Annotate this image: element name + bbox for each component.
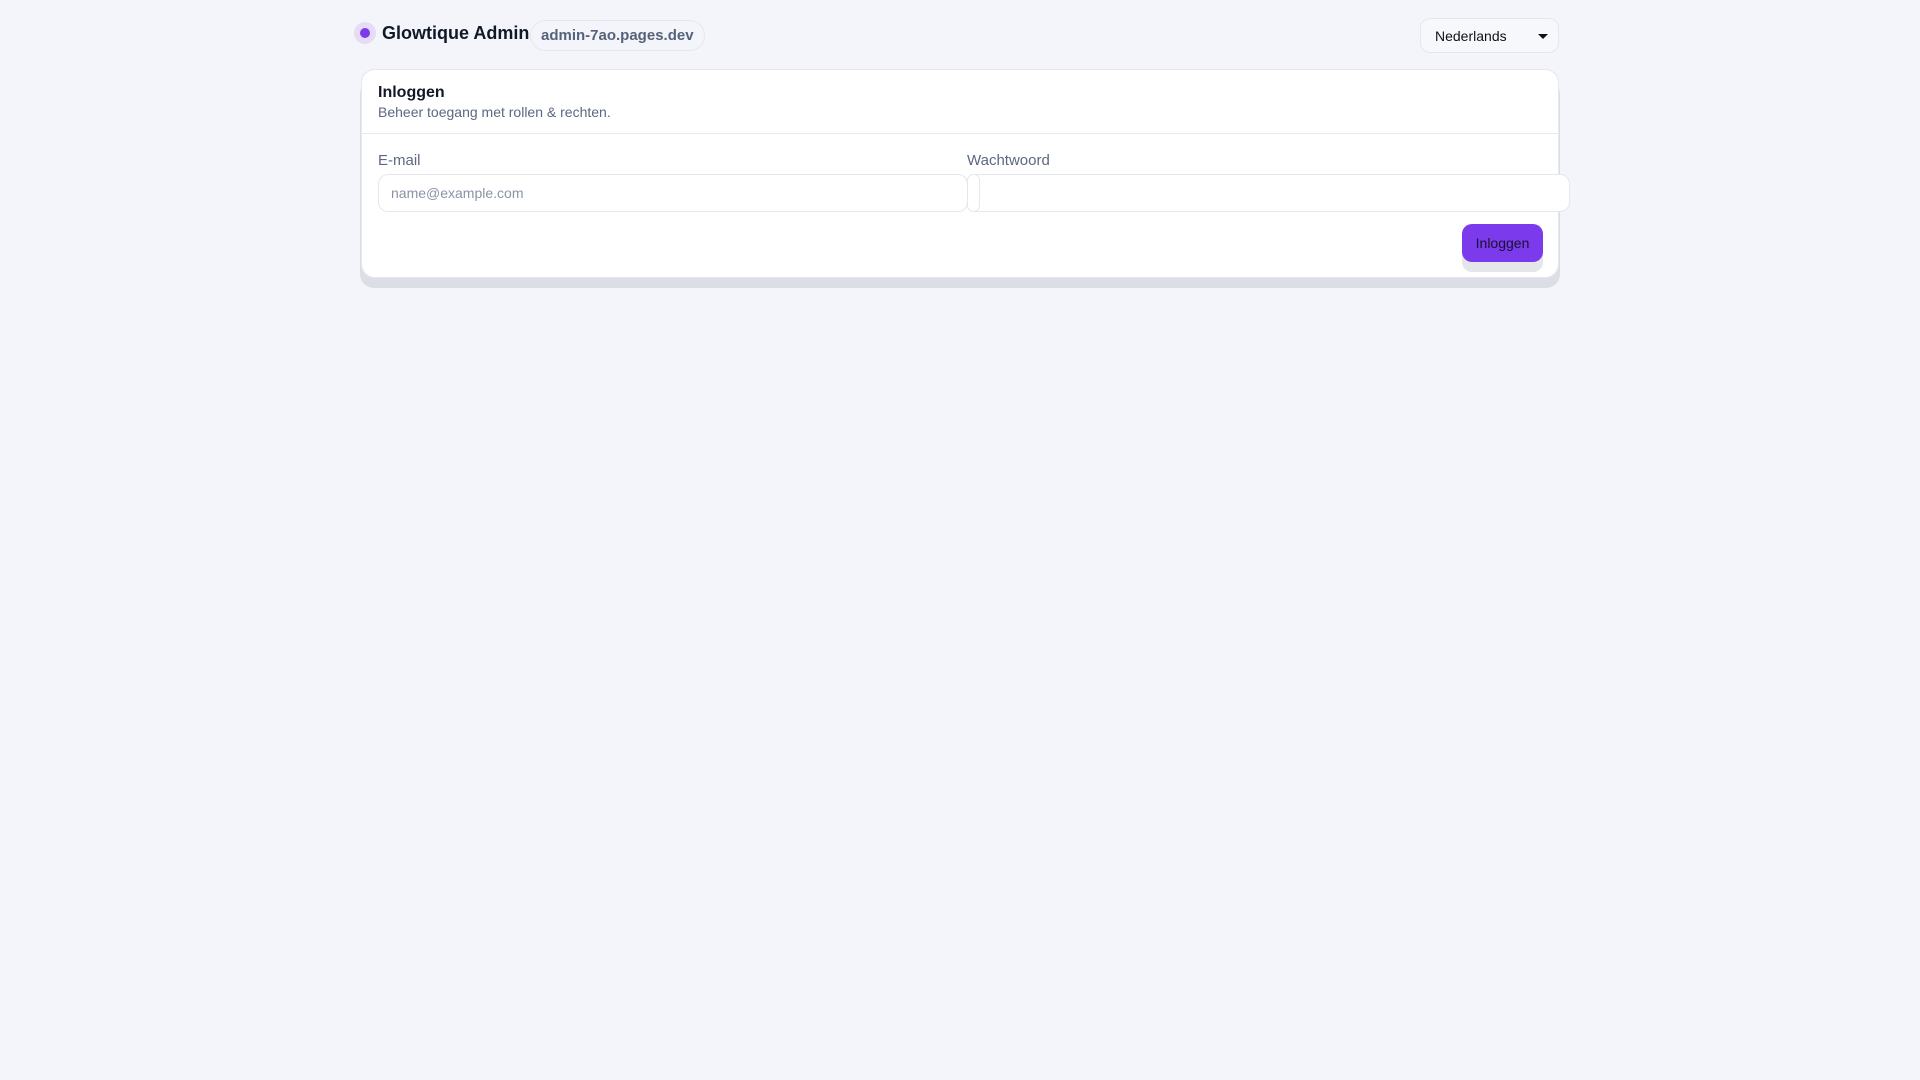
card-header: Inloggen Beheer toegang met rollen & rec… (362, 70, 1558, 134)
password-label: Wachtwoord (967, 152, 1050, 169)
logo-icon (354, 22, 376, 44)
brand: Glowtique Admin (354, 22, 529, 44)
email-field[interactable]: name@example.com (378, 174, 968, 212)
login-button[interactable]: Inloggen (1462, 224, 1543, 262)
password-field-edge (967, 174, 980, 212)
app-name: Glowtique Admin (382, 22, 530, 43)
chevron-down-icon (1538, 34, 1548, 39)
language-select[interactable]: Nederlands (1420, 18, 1559, 53)
login-card: Inloggen Beheer toegang met rollen & rec… (361, 69, 1570, 278)
email-label: E-mail (378, 152, 421, 169)
domain-badge: admin-7ao.pages.dev (530, 20, 705, 51)
language-value: Nederlands (1435, 27, 1507, 44)
password-field[interactable] (967, 174, 1570, 212)
card-subtitle: Beheer toegang met rollen & rechten. (378, 104, 611, 120)
card-title: Inloggen (378, 84, 445, 101)
